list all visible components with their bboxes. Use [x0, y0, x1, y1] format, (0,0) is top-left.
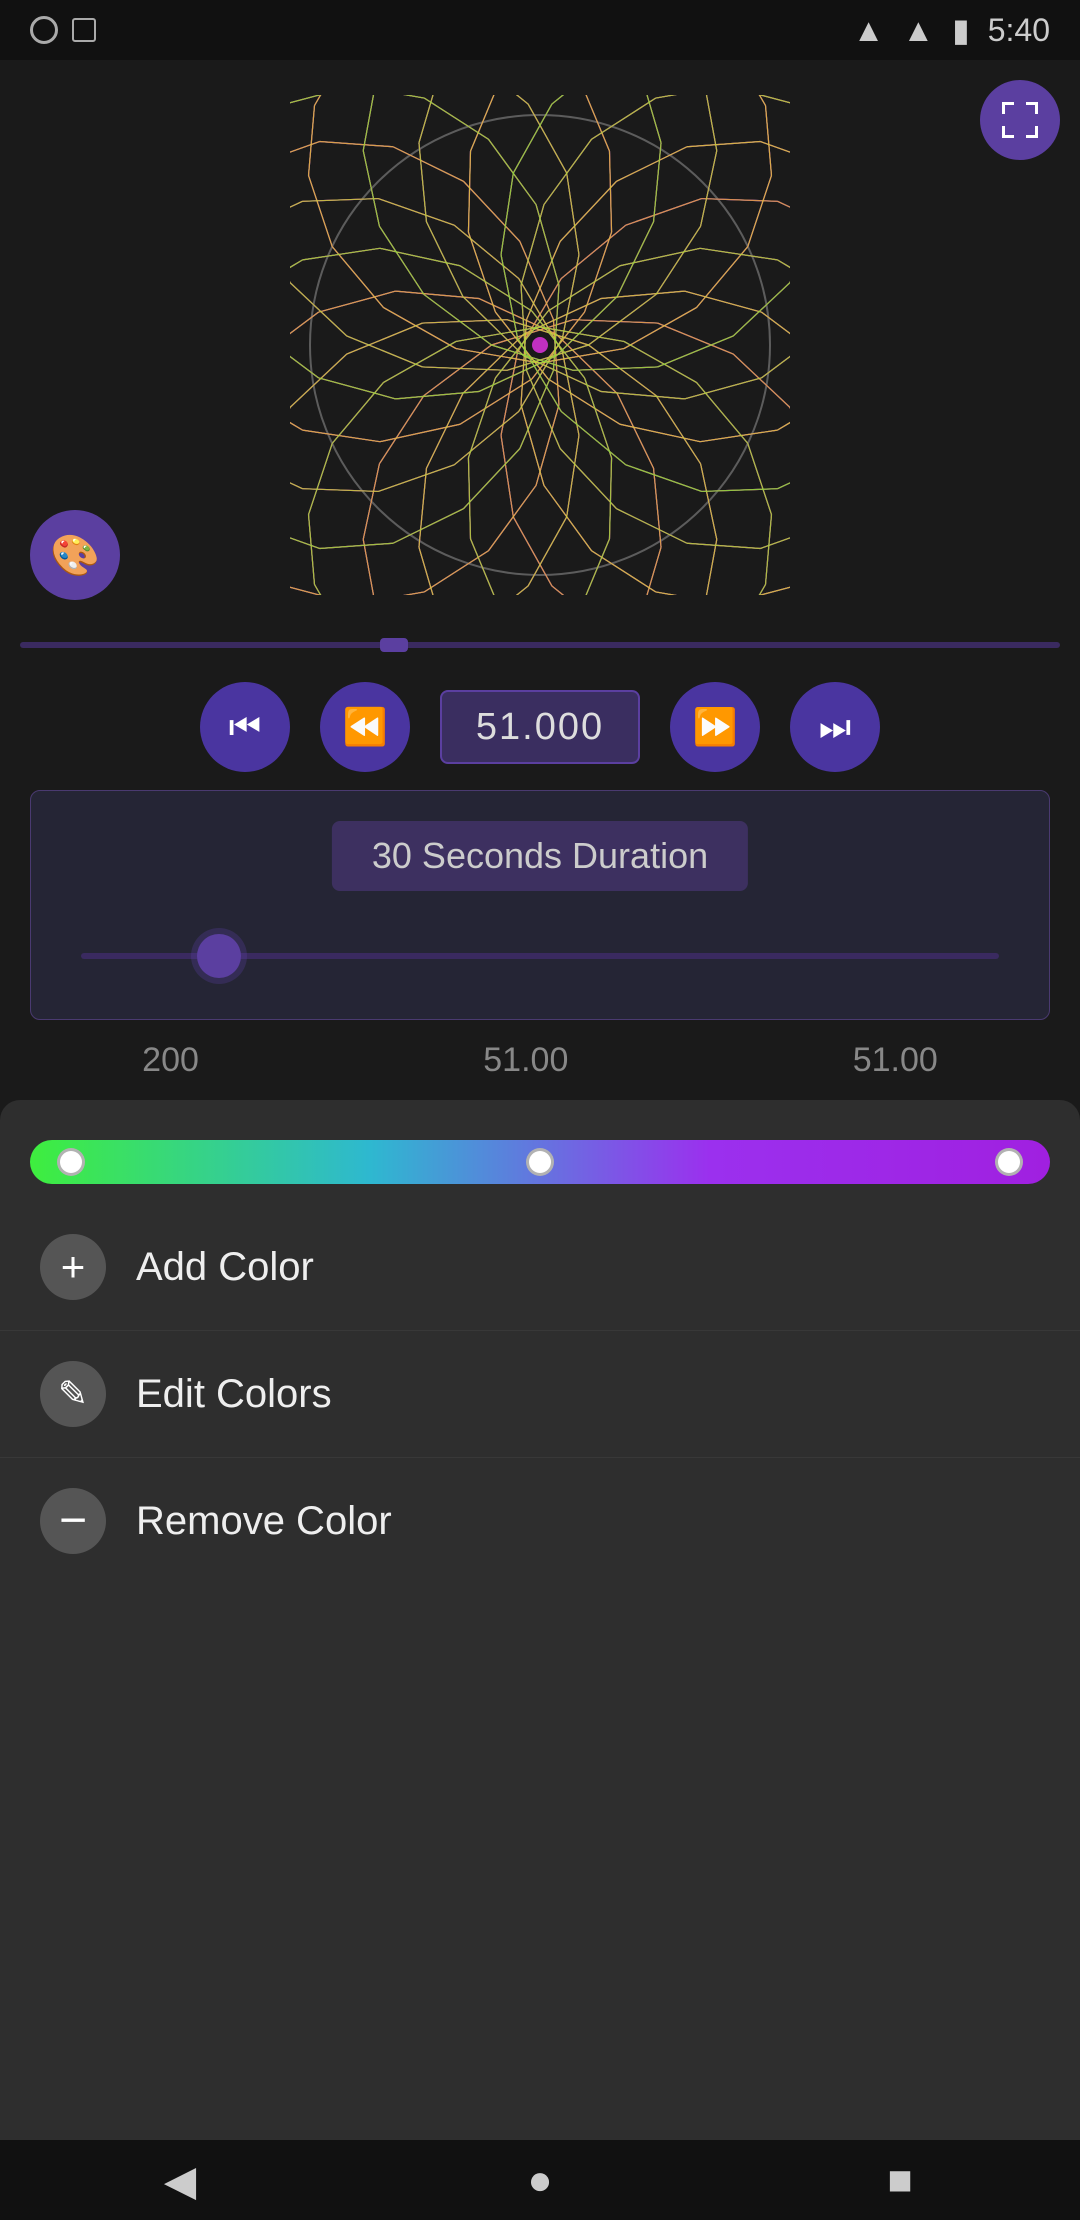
- back-nav-button[interactable]: ◀: [150, 2150, 210, 2210]
- duration-slider-thumb[interactable]: [197, 934, 241, 978]
- value-3: 51.00: [853, 1041, 938, 1080]
- time-display-status: 5:40: [988, 12, 1050, 49]
- gradient-bar[interactable]: [30, 1140, 1050, 1184]
- status-bar: ▲ ▲ ▮ 5:40: [0, 0, 1080, 60]
- add-color-item[interactable]: + Add Color: [0, 1204, 1080, 1331]
- gradient-stop-2[interactable]: [526, 1148, 554, 1176]
- seek-track: [20, 642, 1060, 648]
- add-color-label: Add Color: [136, 1245, 314, 1290]
- rewind-icon: ⏪: [343, 706, 388, 748]
- skip-back-button[interactable]: ⏮: [200, 682, 290, 772]
- seek-thumb[interactable]: [380, 638, 408, 652]
- seek-bar[interactable]: [0, 630, 1080, 660]
- home-nav-button[interactable]: ●: [510, 2150, 570, 2210]
- skip-forward-icon: ⏭: [819, 706, 851, 749]
- value-2: 51.00: [483, 1041, 568, 1080]
- battery-icon: ▮: [952, 11, 970, 49]
- remove-color-item[interactable]: − Remove Color: [0, 1458, 1080, 1584]
- gradient-bar-container: [0, 1100, 1080, 1204]
- spirograph-visualization: [290, 95, 790, 595]
- remove-color-icon: −: [40, 1488, 106, 1554]
- rewind-button[interactable]: ⏪: [320, 682, 410, 772]
- fullscreen-button[interactable]: [980, 80, 1060, 160]
- skip-back-icon: ⏮: [229, 706, 261, 749]
- color-panel: + Add Color ✎ Edit Colors − Remove Color: [0, 1100, 1080, 2140]
- transport-controls: ⏮ ⏪ 51.000 ⏩ ⏭: [0, 672, 1080, 782]
- add-color-icon: +: [40, 1234, 106, 1300]
- duration-label: 30 Seconds Duration: [332, 821, 748, 891]
- recent-nav-button[interactable]: ■: [870, 2150, 930, 2210]
- edit-colors-item[interactable]: ✎ Edit Colors: [0, 1331, 1080, 1458]
- back-nav-icon: ◀: [164, 2156, 196, 2205]
- signal-icon: ▲: [902, 12, 934, 49]
- fast-forward-button[interactable]: ⏩: [670, 682, 760, 772]
- home-nav-icon: ●: [527, 2156, 552, 2204]
- duration-panel: 30 Seconds Duration: [30, 790, 1050, 1020]
- sim-icon: [30, 16, 58, 44]
- sd-icon: [72, 18, 96, 42]
- remove-color-label: Remove Color: [136, 1499, 392, 1544]
- skip-forward-button[interactable]: ⏭: [790, 682, 880, 772]
- palette-button[interactable]: 🎨: [30, 510, 120, 600]
- visualization-area: 🎨: [0, 60, 1080, 630]
- gradient-stop-3[interactable]: [995, 1148, 1023, 1176]
- wifi-icon: ▲: [853, 12, 885, 49]
- gradient-stop-1[interactable]: [57, 1148, 85, 1176]
- navigation-bar: ◀ ● ■: [0, 2140, 1080, 2220]
- recent-nav-icon: ■: [887, 2156, 912, 2204]
- palette-icon: 🎨: [50, 532, 100, 579]
- time-counter[interactable]: 51.000: [440, 690, 640, 764]
- values-row: 200 51.00 51.00: [0, 1030, 1080, 1090]
- edit-colors-icon: ✎: [40, 1361, 106, 1427]
- edit-colors-label: Edit Colors: [136, 1372, 332, 1417]
- duration-slider[interactable]: [81, 953, 999, 959]
- value-1: 200: [142, 1041, 199, 1080]
- fast-forward-icon: ⏩: [693, 706, 738, 748]
